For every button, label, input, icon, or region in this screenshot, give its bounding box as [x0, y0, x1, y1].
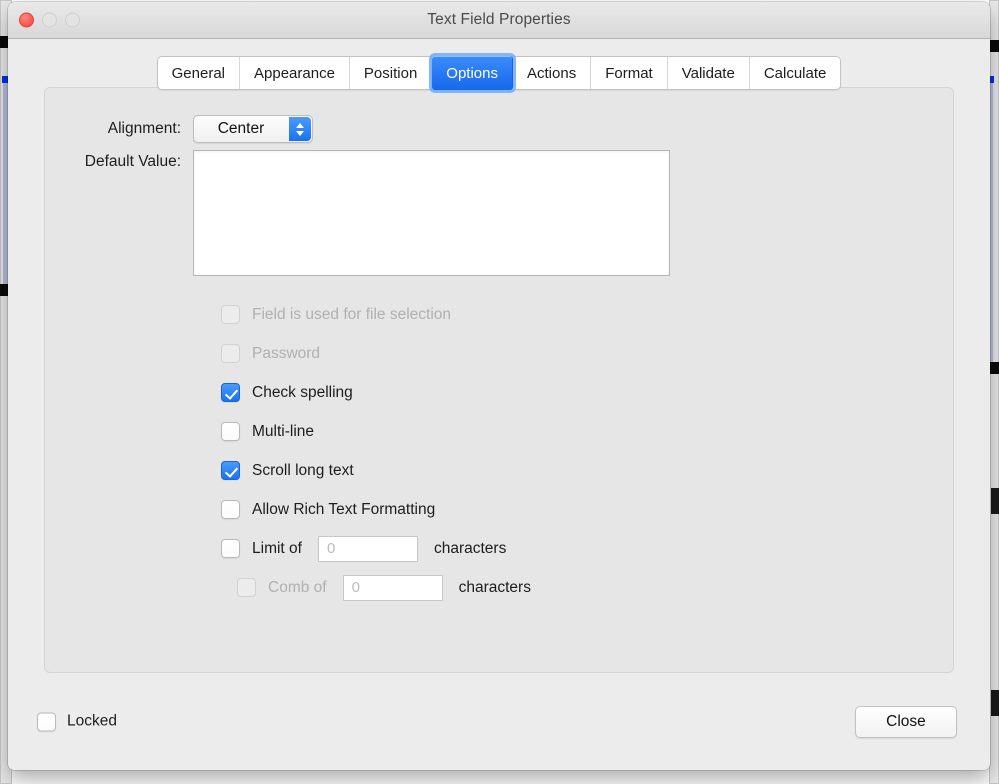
checkbox-comb-of	[237, 578, 256, 597]
tab-calculate[interactable]: Calculate	[749, 57, 841, 89]
tab-general[interactable]: General	[157, 57, 241, 89]
checkbox-row-multi-line[interactable]: Multi-line	[221, 412, 531, 451]
checkbox-limit-of[interactable]	[221, 539, 240, 558]
zoom-window-button	[65, 12, 80, 28]
checkbox-label-file-selection: Field is used for file selection	[252, 305, 452, 323]
checkbox-label-allow-rich-text: Allow Rich Text Formatting	[252, 500, 436, 518]
tab-strip: General Appearance Position Options Acti…	[156, 56, 842, 90]
checkbox-label-multi-line: Multi-line	[252, 422, 315, 440]
tab-actions[interactable]: Actions	[513, 57, 592, 89]
checkbox-allow-rich-text[interactable]	[221, 500, 240, 519]
limit-of-input[interactable]: 0	[317, 535, 418, 562]
default-value-label: Default Value:	[84, 153, 181, 170]
minimize-window-button	[42, 12, 57, 28]
tab-position[interactable]: Position	[349, 57, 433, 89]
tab-validate[interactable]: Validate	[667, 57, 750, 89]
checkbox-row-limit-of[interactable]: Limit of 0 characters	[221, 529, 531, 568]
checkbox-label-comb-of: Comb of	[268, 578, 327, 596]
checkbox-label-scroll-long-text: Scroll long text	[252, 461, 354, 479]
checkbox-label-locked: Locked	[67, 712, 117, 730]
background-marker-right-upper	[990, 40, 999, 52]
window-controls	[19, 12, 80, 28]
checkbox-label-check-spelling: Check spelling	[252, 383, 353, 401]
checkbox-label-limit-of: Limit of	[252, 539, 302, 557]
text-field-properties-dialog: Text Field Properties General Appearance…	[8, 2, 990, 770]
checkbox-label-password: Password	[252, 344, 321, 362]
alignment-row: Alignment: Center	[67, 115, 387, 143]
options-panel: Alignment: Center Default Value: Field i…	[44, 87, 954, 673]
checkbox-multi-line[interactable]	[221, 422, 240, 441]
checkbox-check-spelling[interactable]	[221, 383, 240, 402]
close-button[interactable]: Close	[855, 705, 957, 738]
checkbox-locked[interactable]	[37, 712, 56, 731]
checkbox-row-rich-text[interactable]: Allow Rich Text Formatting	[221, 490, 531, 529]
tab-bar: General Appearance Position Options Acti…	[8, 39, 990, 90]
comb-of-input[interactable]: 0	[342, 574, 443, 601]
checkbox-file-selection	[221, 305, 240, 324]
background-edge-notch-lower	[991, 690, 999, 716]
window-title: Text Field Properties	[427, 11, 571, 28]
checkbox-row-scroll-long-text[interactable]: Scroll long text	[221, 451, 531, 490]
background-edge-notch-upper	[991, 488, 999, 514]
checkbox-scroll-long-text[interactable]	[221, 461, 240, 480]
tab-format[interactable]: Format	[591, 57, 668, 89]
default-value-row: Default Value:	[67, 150, 670, 276]
background-marker-right-lower	[990, 362, 999, 374]
checkbox-row-check-spelling[interactable]: Check spelling	[221, 373, 531, 412]
dialog-footer: Locked Close	[8, 673, 990, 770]
options-checkbox-list: Field is used for file selection Passwor…	[221, 295, 531, 607]
checkbox-row-file-selection[interactable]: Field is used for file selection	[221, 295, 531, 334]
tab-options[interactable]: Options	[432, 56, 513, 90]
checkbox-row-comb-of[interactable]: Comb of 0 characters	[237, 568, 531, 607]
alignment-select[interactable]: Center	[193, 115, 313, 143]
comb-of-suffix: characters	[458, 578, 531, 596]
checkbox-row-password[interactable]: Password	[221, 334, 531, 373]
locked-checkbox-row[interactable]: Locked	[37, 712, 117, 731]
limit-of-suffix: characters	[433, 539, 507, 557]
chevron-updown-icon	[289, 117, 311, 141]
default-value-input[interactable]	[193, 150, 670, 276]
title-bar[interactable]: Text Field Properties	[8, 2, 990, 39]
alignment-label: Alignment:	[107, 120, 181, 137]
close-window-button[interactable]	[19, 12, 34, 28]
checkbox-password	[221, 344, 240, 363]
tab-appearance[interactable]: Appearance	[240, 57, 350, 89]
